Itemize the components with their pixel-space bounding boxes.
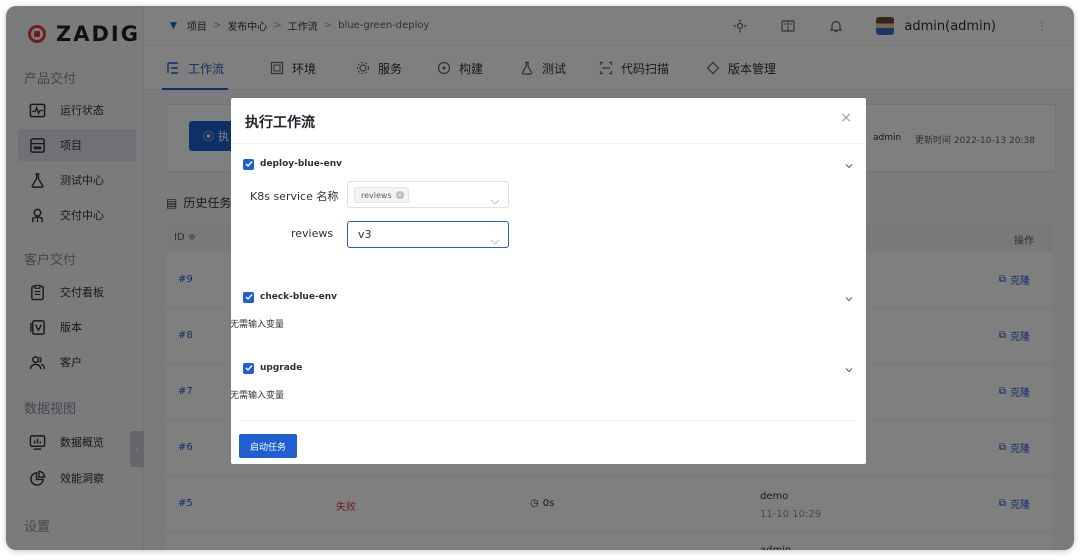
reviews-version-select[interactable]: v3 bbox=[347, 221, 509, 248]
select-value: v3 bbox=[358, 228, 372, 241]
no-input-note: 无需输入变量 bbox=[230, 317, 284, 330]
tag-label: reviews bbox=[361, 190, 392, 200]
note-text: 无需输入变量 bbox=[230, 320, 285, 330]
chevron-down-icon bbox=[490, 191, 500, 205]
k8s-service-select[interactable]: reviews × bbox=[347, 181, 509, 208]
job-group-check-blue-env[interactable]: check-blue-env bbox=[243, 289, 854, 305]
note-text: 无需输入变量 bbox=[230, 391, 285, 401]
tag-remove-icon[interactable]: × bbox=[395, 191, 404, 199]
chevron-down-icon bbox=[490, 231, 500, 245]
k8s-service-label: K8s service 名称 bbox=[250, 190, 339, 203]
job-name: deploy-blue-env bbox=[260, 159, 343, 169]
chevron-down-icon[interactable] bbox=[844, 360, 854, 373]
selected-tag: reviews × bbox=[354, 187, 409, 203]
app-window: ZADIG 产品交付 运行状态 项目 测试中心 交付中心 bbox=[6, 6, 1074, 550]
close-icon[interactable]: × bbox=[840, 110, 852, 126]
start-task-button[interactable]: 启动任务 bbox=[239, 434, 297, 458]
checkbox-checked-icon[interactable] bbox=[243, 362, 254, 374]
reviews-field-label: reviews bbox=[291, 227, 334, 240]
run-workflow-dialog: 执行工作流 × deploy-blue-env K8s service 名称 r… bbox=[230, 98, 866, 464]
no-input-note: 无需输入变量 bbox=[230, 388, 284, 401]
dialog-footer-divider bbox=[241, 420, 856, 421]
dialog-header: 执行工作流 × bbox=[231, 98, 866, 144]
checkbox-checked-icon[interactable] bbox=[243, 291, 254, 303]
chevron-down-icon[interactable] bbox=[844, 289, 854, 302]
job-group-upgrade[interactable]: upgrade bbox=[243, 360, 854, 376]
checkbox-checked-icon[interactable] bbox=[243, 158, 254, 170]
job-name: check-blue-env bbox=[260, 292, 338, 302]
chevron-down-icon[interactable] bbox=[844, 156, 854, 169]
dialog-title: 执行工作流 bbox=[245, 115, 315, 131]
job-group-deploy-blue-env[interactable]: deploy-blue-env bbox=[243, 156, 854, 172]
job-name: upgrade bbox=[260, 363, 303, 373]
